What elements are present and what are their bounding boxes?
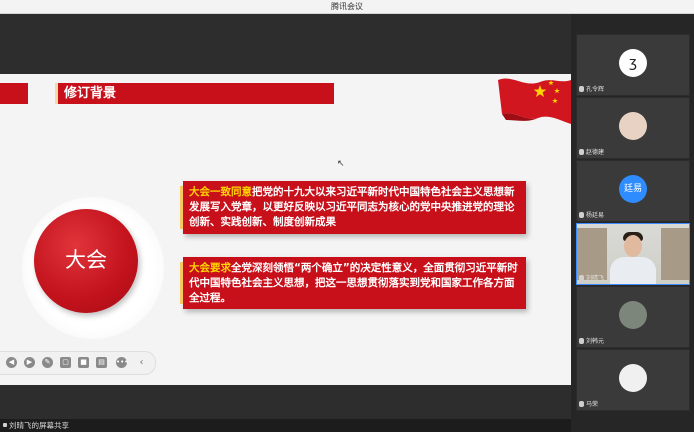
share-status-label: 刘晴飞的屏幕共享 xyxy=(9,421,69,430)
mouse-cursor-icon: ↖ xyxy=(337,159,345,169)
window-title: 腾讯会议 xyxy=(331,2,363,11)
screen-share-icon xyxy=(3,423,7,427)
collapse-icon[interactable]: ‹ xyxy=(136,357,147,368)
participant-name-row: 刘韩元 xyxy=(579,337,604,346)
content-box-accent xyxy=(180,262,183,304)
mic-icon xyxy=(579,212,584,218)
pen-icon[interactable]: ✎ xyxy=(42,357,53,368)
more-icon[interactable]: ••• xyxy=(116,357,128,368)
logo-icon: ʒ xyxy=(628,55,638,71)
mic-icon xyxy=(579,338,584,344)
participant-avatar xyxy=(619,364,647,392)
mic-icon xyxy=(579,275,584,281)
participant-name: 赵德建 xyxy=(586,149,605,156)
comment-icon[interactable]: ▤ xyxy=(96,357,107,368)
participant-name-row: 马荣 xyxy=(579,400,598,409)
topic-circle: 大会 xyxy=(34,209,138,313)
participant-avatar: 廷易 xyxy=(619,175,647,203)
slide-header-bar: 修订背景 xyxy=(55,83,334,104)
content-box-1: 大会一致同意把党的十九大以来习近平新时代中国特色社会主义思想新发展写入党章，以更… xyxy=(180,181,526,234)
content-box-2-text: 大会要求全党深刻领悟“两个确立”的决定性意义，全面贯彻习近平新时代中国特色社会主… xyxy=(189,261,518,306)
participant-tile-active[interactable]: 刘晴飞 xyxy=(576,223,690,285)
participant-name: 刘晴飞 xyxy=(586,275,605,282)
presentation-slide: 修订背景 大会 大会一致同意把党的十九大以来习近平新时代中国特色社会主义思想新发… xyxy=(0,74,571,385)
slide-section-title: 修订背景 xyxy=(64,86,117,101)
participant-tile[interactable]: 廷易 杨廷易 xyxy=(576,160,690,222)
presentation-toolbar: ◀ ▶ ✎ ▢ ■ ▤ ••• ‹ xyxy=(0,351,156,375)
participant-name: 马荣 xyxy=(586,401,599,408)
flag-decoration xyxy=(498,78,571,124)
participant-tile[interactable]: 马荣 xyxy=(576,349,690,411)
camera-icon[interactable]: ■ xyxy=(78,357,89,368)
participant-avatar xyxy=(619,112,647,140)
participant-tile[interactable]: ʒ 孔令辉 xyxy=(576,34,690,96)
participant-name: 刘韩元 xyxy=(586,338,605,345)
prev-icon[interactable]: ◀ xyxy=(6,357,17,368)
participant-name-row: 赵德建 xyxy=(579,148,604,157)
participant-tile[interactable]: 赵德建 xyxy=(576,97,690,159)
participant-name-row: 杨廷易 xyxy=(579,211,604,220)
participant-name: 孔令辉 xyxy=(586,86,605,93)
window-titlebar: 腾讯会议 xyxy=(0,0,694,14)
participant-avatar xyxy=(619,301,647,329)
topic-circle-label: 大会 xyxy=(65,248,107,272)
shared-screen: 修订背景 大会 大会一致同意把党的十九大以来习近平新时代中国特色社会主义思想新发… xyxy=(0,14,571,419)
mic-icon xyxy=(579,86,584,92)
content-box-accent xyxy=(180,186,183,229)
participant-name: 杨廷易 xyxy=(586,212,605,219)
participant-name-row: 孔令辉 xyxy=(579,85,604,94)
content-box-2-body: 全党深刻领悟“两个确立”的决定性意义，全面贯彻习近平新时代中国特色社会主义思想，… xyxy=(189,262,518,304)
content-box-1-text: 大会一致同意把党的十九大以来习近平新时代中国特色社会主义思想新发展写入党章，以更… xyxy=(189,185,518,230)
participant-avatar: ʒ xyxy=(619,49,647,77)
participant-name-row: 刘晴飞 xyxy=(579,274,604,283)
fullscreen-icon[interactable]: ▢ xyxy=(60,357,71,368)
content-box-2: 大会要求全党深刻领悟“两个确立”的决定性意义，全面贯彻习近平新时代中国特色社会主… xyxy=(180,257,526,309)
participant-tile[interactable]: 刘韩元 xyxy=(576,286,690,348)
mic-icon xyxy=(579,401,584,407)
participants-panel: ʒ 孔令辉 赵德建 廷易 杨廷易 刘晴飞 刘韩元 马荣 xyxy=(571,14,694,432)
content-box-1-lead: 大会一致同意 xyxy=(189,186,252,198)
slide-header-left-bar xyxy=(0,83,28,104)
mic-icon xyxy=(579,149,584,155)
next-icon[interactable]: ▶ xyxy=(24,357,35,368)
content-box-2-lead: 大会要求 xyxy=(189,262,231,274)
share-status-bar: 刘晴飞的屏幕共享 xyxy=(0,419,571,432)
avatar-initials: 廷易 xyxy=(623,184,642,194)
